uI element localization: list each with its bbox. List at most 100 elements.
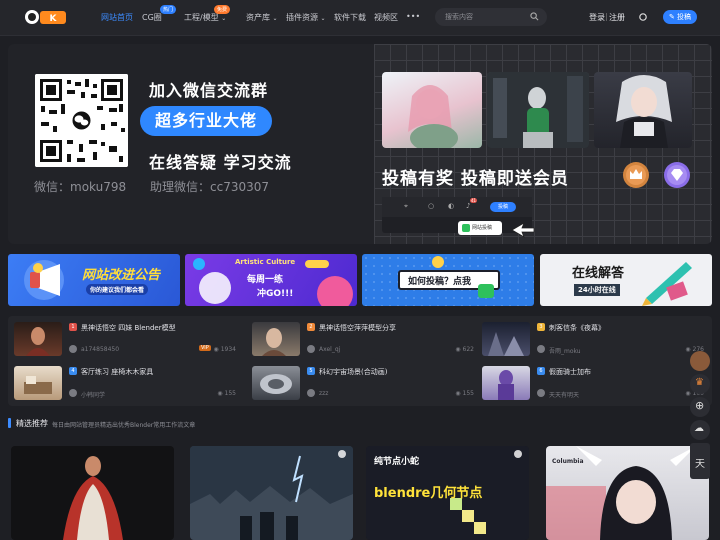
more-icon[interactable]: ••• (406, 12, 420, 21)
gallery-image (190, 446, 353, 540)
list-item-title[interactable]: 客厅练习 座椅木木家具 (81, 367, 153, 377)
character-illustration (487, 72, 589, 148)
promo-text: 投稿有奖 投稿即送会员 (382, 169, 569, 189)
list-item-author[interactable]: 吾雨_moku (549, 346, 581, 355)
list-item-title[interactable]: 黑神话悟空萍萍模型分享 (319, 323, 396, 333)
view-count: ◉ 155 (455, 390, 474, 397)
announcement-card[interactable]: 网站改进公告 你的建议我们都会看 (8, 254, 180, 306)
crown-icon: ♛ (695, 377, 704, 388)
list-item[interactable]: 4 客厅练习 座椅木木家具 小韩同学 ◉ 155 (8, 360, 236, 400)
gallery-card[interactable]: 纯节点小蛇 blendre几何节点 (366, 446, 529, 540)
list-item-author[interactable]: Axel_qj (319, 346, 340, 353)
list-item-title[interactable]: 假面骑士加布 (549, 367, 591, 377)
list-thumbnail (14, 322, 62, 356)
list-item-author[interactable]: zzz (319, 390, 328, 397)
online-qa-card[interactable]: 在线解答 24小时在线 (540, 254, 712, 306)
pencil-icon (642, 262, 692, 306)
gallery-card[interactable] (11, 446, 174, 540)
list-item[interactable]: 2 黑神话悟空萍萍模型分享 Axel_qj ◉ 622 (246, 316, 474, 356)
plus-icon: ⊕ (695, 399, 705, 412)
search-input[interactable]: 搜索内容 (435, 8, 547, 26)
location-icon: ⌖ (404, 202, 408, 210)
nav-assets-label[interactable]: 资产库 (246, 13, 270, 22)
cursor-icon (511, 222, 535, 238)
section-title: 精选推荐 (16, 419, 48, 428)
nav-home[interactable]: 网站首页 (101, 12, 133, 23)
hot-list: 1 黑神话悟空 四妹 Blender模型 a174858450 ViP ◉ 19… (8, 316, 712, 406)
mini-post-button: 投稿 (490, 202, 516, 212)
toolbar-preview-bar: ⌖ ○ ◐ ♪ 41 投稿 (382, 197, 532, 217)
banner-subheading: 在线答疑 学习交流 (149, 153, 292, 172)
list-item-title[interactable]: 科幻宇宙场景(合动画) (319, 367, 387, 377)
nav-cg-label[interactable]: CG圈 (142, 13, 162, 22)
wechat-button[interactable]: ☁ (690, 420, 710, 440)
card-title: 每周一练 (247, 275, 284, 285)
nav-projects-label[interactable]: 工程/模型 (184, 13, 219, 22)
vip-badge: ViP (199, 345, 211, 351)
feedback-button[interactable]: 天 (690, 443, 710, 479)
eye-icon: ◉ (455, 346, 461, 353)
site-logo[interactable]: K (22, 6, 68, 28)
rank-badge: 3 (537, 323, 545, 331)
nav-projects[interactable]: 工程/模型 免费 ⌄ (184, 5, 231, 23)
artwork-thumbnail (487, 72, 589, 148)
nav-software[interactable]: 软件下载 (334, 12, 366, 23)
gallery-caption: Columbia (552, 458, 584, 465)
avatar (69, 345, 77, 353)
theme-toggle-icon[interactable] (638, 12, 648, 22)
eye-icon: ◉ (685, 390, 691, 397)
hero-banner[interactable]: 加入微信交流群 超多行业大佬 在线答疑 学习交流 微信：moku798 助理微信… (8, 44, 712, 244)
post-button[interactable]: ✎ 投稿 (663, 10, 697, 24)
list-item-author[interactable]: a174858450 (81, 346, 119, 353)
divider: | (605, 12, 608, 21)
nav-plugins[interactable]: 插件资源 ⌄ (286, 12, 326, 23)
post-popup-icon (462, 224, 470, 232)
nav-video[interactable]: 视频区 (374, 12, 398, 23)
card-title: 网站改进公告 (82, 268, 161, 283)
list-item-title[interactable]: 黑神话悟空 四妹 Blender模型 (81, 323, 176, 333)
list-item-title[interactable]: 刺客信条《夜幕》 (549, 323, 605, 333)
assistant-wechat-id: 助理微信：cc730307 (150, 180, 270, 194)
chevron-down-icon: ⌄ (272, 15, 278, 22)
crown-button[interactable]: ♛ (690, 374, 710, 394)
section-marker (8, 418, 11, 428)
nav-assets[interactable]: 资产库 ⌄ (246, 12, 278, 23)
how-to-post-card[interactable]: 如何投稿？点我 (362, 254, 534, 306)
gallery-card[interactable] (190, 446, 353, 540)
avatar (69, 389, 77, 397)
nav-cg[interactable]: CG圈 热门 (142, 5, 177, 23)
list-item-author[interactable]: 天天有明天 (549, 390, 579, 399)
artwork-thumbnail (382, 72, 482, 148)
feedback-label: 天 (695, 459, 705, 470)
list-item-author[interactable]: 小韩同学 (81, 390, 105, 399)
eye-icon: ◉ (217, 390, 223, 397)
view-count: ◉ 1934 (214, 346, 236, 353)
emoji-decoration (432, 256, 494, 298)
list-item[interactable]: 5 科幻宇宙场景(合动画) zzz ◉ 155 (246, 360, 474, 400)
view-count-value: 622 (462, 346, 474, 353)
card-subtitle: 你的建议我们都会看 (86, 284, 149, 295)
list-item[interactable]: 3 刺客信条《夜幕》 吾雨_moku ◉ 276 (476, 316, 704, 356)
qr-code-image (35, 74, 128, 167)
user-avatar-button[interactable] (690, 351, 710, 371)
view-count: ◉ 622 (455, 346, 474, 353)
avatar (307, 345, 315, 353)
list-item[interactable]: 1 黑神话悟空 四妹 Blender模型 a174858450 ViP ◉ 19… (8, 316, 236, 356)
weekly-practice-card[interactable]: Artistic Culture 每周一练 冲GO!!! (185, 254, 357, 306)
diamond-icon (664, 162, 690, 188)
wechat-icon: ☁ (694, 423, 704, 434)
section-subtitle: 每日由网站管理员精选出优秀Blender常用工作流文章 (52, 422, 196, 429)
wechat-id: 微信：moku798 (34, 180, 127, 194)
banner-heading: 加入微信交流群 (149, 81, 269, 100)
list-thumbnail (482, 322, 530, 356)
nav-plugins-label[interactable]: 插件资源 (286, 13, 318, 22)
search-icon[interactable] (530, 12, 539, 21)
gallery-card[interactable]: Columbia (546, 446, 709, 540)
login-link[interactable]: 登录 (589, 12, 605, 23)
post-popup: 网站投稿 (458, 221, 502, 235)
top-header: K 网站首页 CG圈 热门 工程/模型 免费 ⌄ 资产库 ⌄ 插件资源 ⌄ 软件下载… (0, 0, 720, 36)
moon-icon: ◐ (448, 202, 455, 210)
add-button[interactable]: ⊕ (690, 397, 710, 417)
list-item[interactable]: 6 假面骑士加布 天天有明天 ◉ 100 (476, 360, 704, 400)
register-link[interactable]: 注册 (609, 12, 625, 23)
